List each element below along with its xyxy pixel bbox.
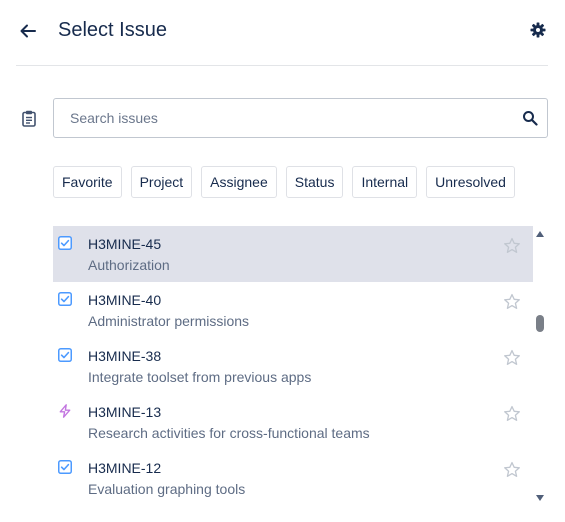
issue-list-item[interactable]: H3MINE-12 Evaluation graphing tools	[53, 450, 533, 506]
star-icon[interactable]	[503, 237, 521, 255]
back-button[interactable]	[14, 18, 42, 44]
issue-list-item[interactable]: H3MINE-13 Research activities for cross-…	[53, 394, 533, 450]
filter-favorite-button[interactable]: Favorite	[53, 166, 122, 198]
select-issue-panel: Select Issue Search issues Favorite Proj…	[0, 0, 565, 522]
star-icon[interactable]	[503, 461, 521, 479]
filter-status-button[interactable]: Status	[285, 166, 344, 198]
issue-key: H3MINE-45	[88, 236, 162, 252]
arrow-left-icon	[20, 24, 36, 38]
scroll-down-arrow-icon[interactable]	[535, 493, 545, 503]
issue-summary: Research activities for cross-functional…	[88, 425, 370, 441]
checkbox-icon	[58, 460, 72, 474]
filter-project-button[interactable]: Project	[130, 166, 193, 198]
lightning-icon	[59, 404, 71, 418]
issue-list-item[interactable]: H3MINE-38 Integrate toolset from previou…	[53, 338, 533, 394]
clipboard-icon	[21, 109, 37, 127]
issue-summary: Evaluation graphing tools	[88, 481, 246, 497]
scrollbar-thumb[interactable]	[536, 315, 544, 332]
issue-list-item[interactable]: H3MINE-40 Administrator permissions	[53, 282, 533, 338]
issue-key: H3MINE-12	[88, 460, 162, 476]
settings-button[interactable]	[526, 18, 550, 42]
star-icon[interactable]	[503, 349, 521, 367]
issue-summary: Authorization	[88, 257, 170, 273]
scroll-up-arrow-icon[interactable]	[535, 229, 545, 239]
search-icon[interactable]	[522, 110, 538, 126]
filter-internal-button[interactable]: Internal	[352, 166, 418, 198]
filter-bar: Favorite Project Assignee Status Interna…	[53, 166, 515, 198]
checkbox-icon	[58, 236, 72, 250]
issue-summary: Administrator permissions	[88, 313, 250, 329]
checkbox-icon	[58, 292, 72, 306]
issue-summary: Integrate toolset from previous apps	[88, 369, 312, 385]
search-box	[53, 98, 548, 138]
search-input[interactable]	[55, 100, 505, 136]
filter-assignee-button[interactable]: Assignee	[201, 166, 277, 198]
filter-unresolved-button[interactable]: Unresolved	[426, 166, 515, 198]
issue-key: H3MINE-13	[88, 404, 162, 420]
issue-list-item[interactable]: H3MINE-45 Authorization	[53, 226, 533, 282]
issue-key: H3MINE-40	[88, 292, 162, 308]
issue-list: H3MINE-45 Authorization H3MINE-40 Admini…	[53, 226, 533, 506]
gear-icon	[530, 22, 546, 38]
checkbox-icon	[58, 348, 72, 362]
issue-key: H3MINE-38	[88, 348, 162, 364]
header-divider	[16, 65, 548, 66]
star-icon[interactable]	[503, 293, 521, 311]
page-title: Select Issue	[58, 19, 167, 41]
star-icon[interactable]	[503, 405, 521, 423]
